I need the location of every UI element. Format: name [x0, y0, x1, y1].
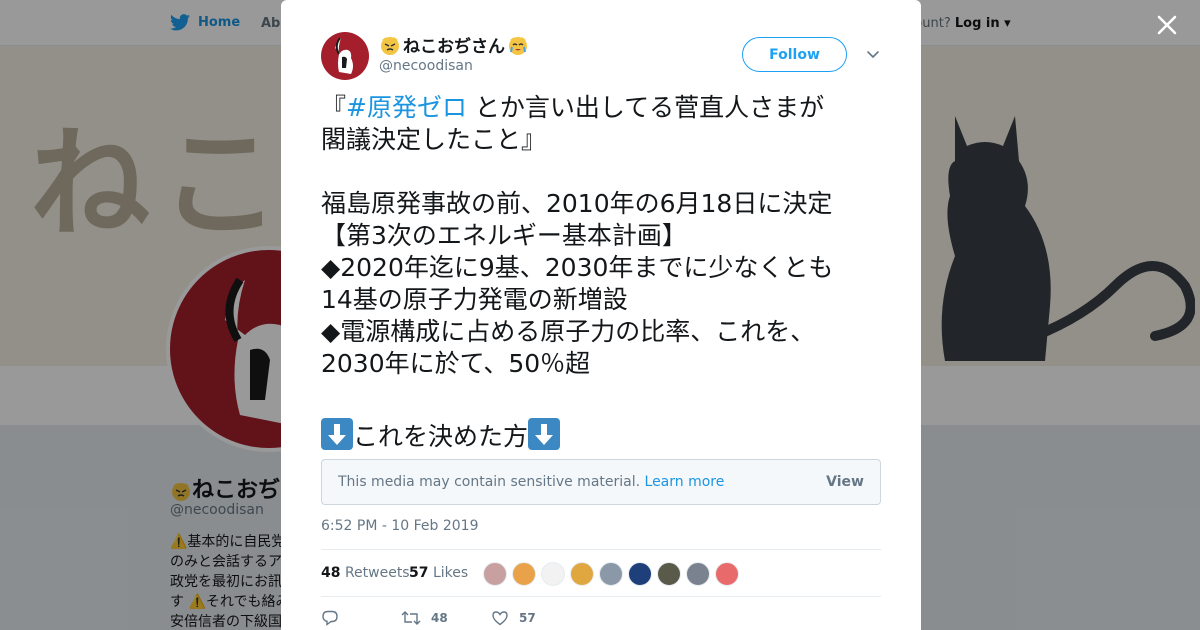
retweet-icon	[401, 611, 421, 625]
likes-count: 57	[409, 565, 429, 581]
heart-icon	[492, 611, 508, 626]
tweet-line-1: 『#原発ゼロ とか言い出してる菅直人さまが	[321, 92, 886, 124]
follow-button[interactable]: Follow	[742, 37, 847, 72]
learn-more-link[interactable]: Learn more	[645, 474, 725, 490]
tweet-author-handle[interactable]: @necoodisan	[379, 58, 473, 74]
chevron-down-icon[interactable]	[865, 46, 881, 62]
tweet-actions: 48 57	[321, 607, 881, 630]
liker-avatar[interactable]	[628, 562, 652, 586]
like-count: 57	[519, 611, 536, 625]
liker-avatar[interactable]	[570, 562, 594, 586]
like-button[interactable]: 57	[491, 609, 536, 627]
arrow-down-emoji-icon	[528, 418, 561, 450]
tweet-text: 『#原発ゼロ とか言い出してる菅直人さまが 閣議決定したこと』 福島原発事故の前…	[321, 92, 886, 453]
media-warning-text: This media may contain sensitive materia…	[338, 474, 724, 490]
liker-avatar[interactable]	[483, 562, 507, 586]
retweets-count: 48	[321, 565, 341, 581]
author-name-text: ねこおぢさん	[403, 37, 505, 57]
tweet-stats: 48 Retweets 57 Likes	[321, 549, 881, 597]
liker-avatar[interactable]	[512, 562, 536, 586]
liker-avatars	[483, 562, 739, 586]
sensitive-media-warning: This media may contain sensitive materia…	[321, 459, 881, 505]
media-warning-message: This media may contain sensitive materia…	[338, 474, 641, 490]
view-media-button[interactable]: View	[826, 474, 864, 490]
retweet-button[interactable]: 48	[401, 609, 448, 627]
cat-avatar-icon	[335, 37, 353, 74]
angry-cat-emoji-icon	[379, 34, 401, 56]
tweet-line-7: ◆電源構成に占める原子力の比率、これを、	[321, 317, 816, 346]
reply-button[interactable]	[321, 609, 349, 627]
tweet-bracket-open: 『	[321, 93, 347, 122]
tweet-line-6: 14基の原子力発電の新増設	[321, 285, 628, 314]
liker-avatar[interactable]	[541, 562, 565, 586]
tweet-author-avatar[interactable]	[321, 32, 369, 80]
tweet-line-9: これを決めた方	[321, 418, 886, 453]
tweet-author-name[interactable]: ねこおぢさん	[379, 32, 529, 57]
crying-cat-emoji-icon	[507, 34, 529, 56]
liker-avatar[interactable]	[686, 562, 710, 586]
tweet-modal: ねこおぢさん @necoodisan Follow 『#原発ゼロ とか言い出して…	[281, 0, 921, 630]
tweet-line-3: 福島原発事故の前、2010年の6月18日に決定	[321, 189, 833, 218]
arrow-down-emoji-icon	[321, 418, 353, 450]
reply-icon	[322, 610, 338, 626]
likes-stat[interactable]: 57 Likes	[409, 565, 468, 581]
hashtag-link[interactable]: #原発ゼロ	[346, 93, 467, 122]
retweet-count: 48	[431, 611, 448, 625]
liker-avatar[interactable]	[657, 562, 681, 586]
tweet-line-4: 【第3次のエネルギー基本計画】	[321, 221, 687, 250]
liker-avatar[interactable]	[715, 562, 739, 586]
tweet-line-5: ◆2020年迄に9基、2030年までに少なくとも	[321, 253, 834, 282]
liker-avatar[interactable]	[599, 562, 623, 586]
retweets-stat[interactable]: 48 Retweets	[321, 565, 410, 581]
retweets-label: Retweets	[344, 565, 410, 581]
tweet-line-9-text: これを決めた方	[353, 422, 529, 451]
tweet-line-2: 閣議決定したこと』	[321, 125, 547, 154]
likes-label: Likes	[432, 565, 469, 581]
tweet-line-1-rest: とか言い出してる菅直人さまが	[466, 93, 825, 122]
close-icon[interactable]	[1152, 10, 1182, 40]
tweet-timestamp[interactable]: 6:52 PM - 10 Feb 2019	[321, 518, 479, 534]
tweet-line-8: 2030年に於て、50％超	[321, 349, 591, 378]
